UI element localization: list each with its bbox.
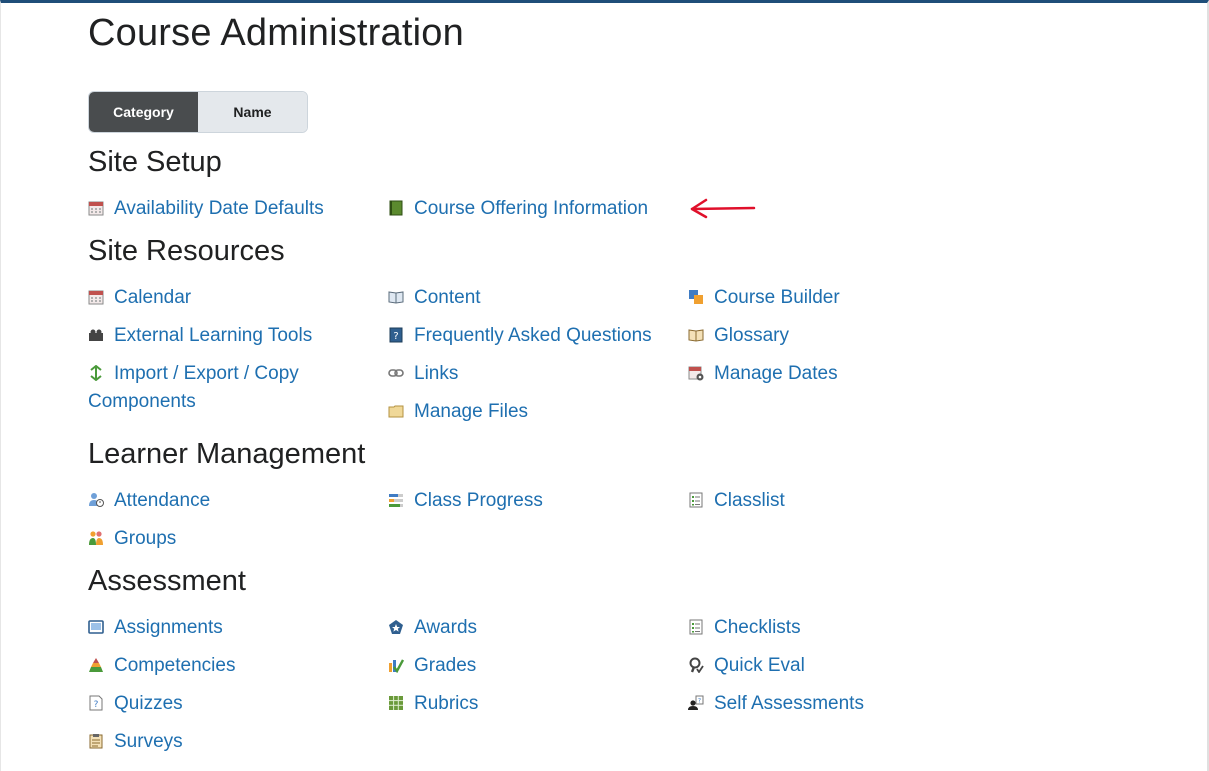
toggle-category-button[interactable]: Category (89, 92, 198, 132)
link-groups[interactable]: Groups (88, 525, 368, 553)
link-label: Calendar (114, 287, 192, 308)
link-label: Course Offering Information (414, 198, 649, 219)
grades-icon (388, 657, 404, 673)
link-label: Grades (414, 655, 477, 676)
section-title-site-resources: Site Resources (88, 235, 285, 267)
import-export-icon (88, 365, 104, 381)
svg-text:?: ? (94, 700, 99, 710)
link-label: Content (414, 287, 481, 308)
link-label: Self Assessments (714, 693, 864, 714)
link-content[interactable]: Content (388, 284, 668, 312)
calendar-icon (88, 200, 104, 216)
checklist-icon (688, 619, 704, 635)
link-label: Surveys (114, 731, 183, 752)
link-calendar[interactable]: Calendar (88, 284, 368, 312)
link-class-progress[interactable]: Class Progress (388, 487, 668, 515)
link-label: Frequently Asked Questions (414, 325, 652, 346)
link-glossary[interactable]: Glossary (688, 322, 968, 350)
link-label: Groups (114, 528, 177, 549)
section-title-learner-management: Learner Management (88, 438, 366, 470)
link-awards[interactable]: Awards (388, 614, 668, 642)
toggle-name-button[interactable]: Name (198, 92, 307, 132)
book-icon (388, 200, 404, 216)
link-competencies[interactable]: Competencies (88, 652, 368, 680)
list-icon (688, 492, 704, 508)
link-label: Availability Date Defaults (114, 198, 324, 219)
link-label: Competencies (114, 655, 236, 676)
link-manage-files[interactable]: Manage Files (388, 398, 668, 426)
link-course-offering-information[interactable]: Course Offering Information (388, 195, 668, 223)
link-course-builder[interactable]: Course Builder (688, 284, 968, 312)
course-builder-icon (688, 289, 704, 305)
chain-link-icon (388, 365, 404, 381)
link-quick-eval[interactable]: Quick Eval (688, 652, 968, 680)
link-label: Manage Dates (714, 363, 838, 384)
view-toggle: Category Name (88, 91, 308, 133)
section-title-assessment: Assessment (88, 565, 246, 597)
link-import-export-copy-components[interactable]: Import / Export / Copy Components (88, 360, 328, 416)
link-frequently-asked-questions[interactable]: ? Frequently Asked Questions (388, 322, 668, 350)
link-attendance[interactable]: Attendance (88, 487, 368, 515)
link-checklists[interactable]: Checklists (688, 614, 968, 642)
link-label: Class Progress (414, 490, 543, 511)
glossary-icon (688, 327, 704, 343)
link-label: External Learning Tools (114, 325, 313, 346)
progress-bars-icon (388, 492, 404, 508)
link-self-assessments[interactable]: ? Self Assessments (688, 690, 968, 718)
link-label: Attendance (114, 490, 211, 511)
award-icon (388, 619, 404, 635)
link-label: Manage Files (414, 401, 529, 422)
link-rubrics[interactable]: Rubrics (388, 690, 668, 718)
link-manage-dates[interactable]: Manage Dates (688, 360, 968, 388)
link-label: Quizzes (114, 693, 183, 714)
open-book-icon (388, 289, 404, 305)
link-label: Rubrics (414, 693, 479, 714)
folder-icon (388, 403, 404, 419)
link-classlist[interactable]: Classlist (688, 487, 968, 515)
pyramid-icon (88, 657, 104, 673)
link-external-learning-tools[interactable]: External Learning Tools (88, 322, 368, 350)
clipboard-icon (88, 733, 104, 749)
link-label: Import / Export / Copy Components (88, 363, 299, 412)
link-availability-date-defaults[interactable]: Availability Date Defaults (88, 195, 368, 223)
link-grades[interactable]: Grades (388, 652, 668, 680)
link-label: Links (414, 363, 459, 384)
svg-text:?: ? (698, 698, 701, 705)
attendance-icon (88, 492, 104, 508)
page-title: Course Administration (88, 12, 464, 54)
faq-icon: ? (388, 327, 404, 343)
annotation-arrow-icon (690, 198, 756, 219)
link-label: Assignments (114, 617, 223, 638)
link-label: Awards (414, 617, 478, 638)
self-assessment-icon: ? (688, 695, 704, 711)
link-surveys[interactable]: Surveys (88, 728, 368, 756)
link-label: Course Builder (714, 287, 840, 308)
rubric-grid-icon (388, 695, 404, 711)
calendar-gear-icon (688, 365, 704, 381)
puzzle-icon (88, 327, 104, 343)
section-title-site-setup: Site Setup (88, 146, 222, 178)
link-label: Classlist (714, 490, 785, 511)
groups-icon (88, 530, 104, 546)
svg-text:?: ? (393, 331, 398, 342)
quiz-icon: ? (88, 695, 104, 711)
link-links[interactable]: Links (388, 360, 668, 388)
link-assignments[interactable]: Assignments (88, 614, 368, 642)
assignment-icon (88, 619, 104, 635)
quick-eval-icon (688, 657, 704, 673)
link-quizzes[interactable]: ? Quizzes (88, 690, 368, 718)
link-label: Checklists (714, 617, 801, 638)
calendar-icon (88, 289, 104, 305)
link-label: Glossary (714, 325, 789, 346)
link-label: Quick Eval (714, 655, 805, 676)
